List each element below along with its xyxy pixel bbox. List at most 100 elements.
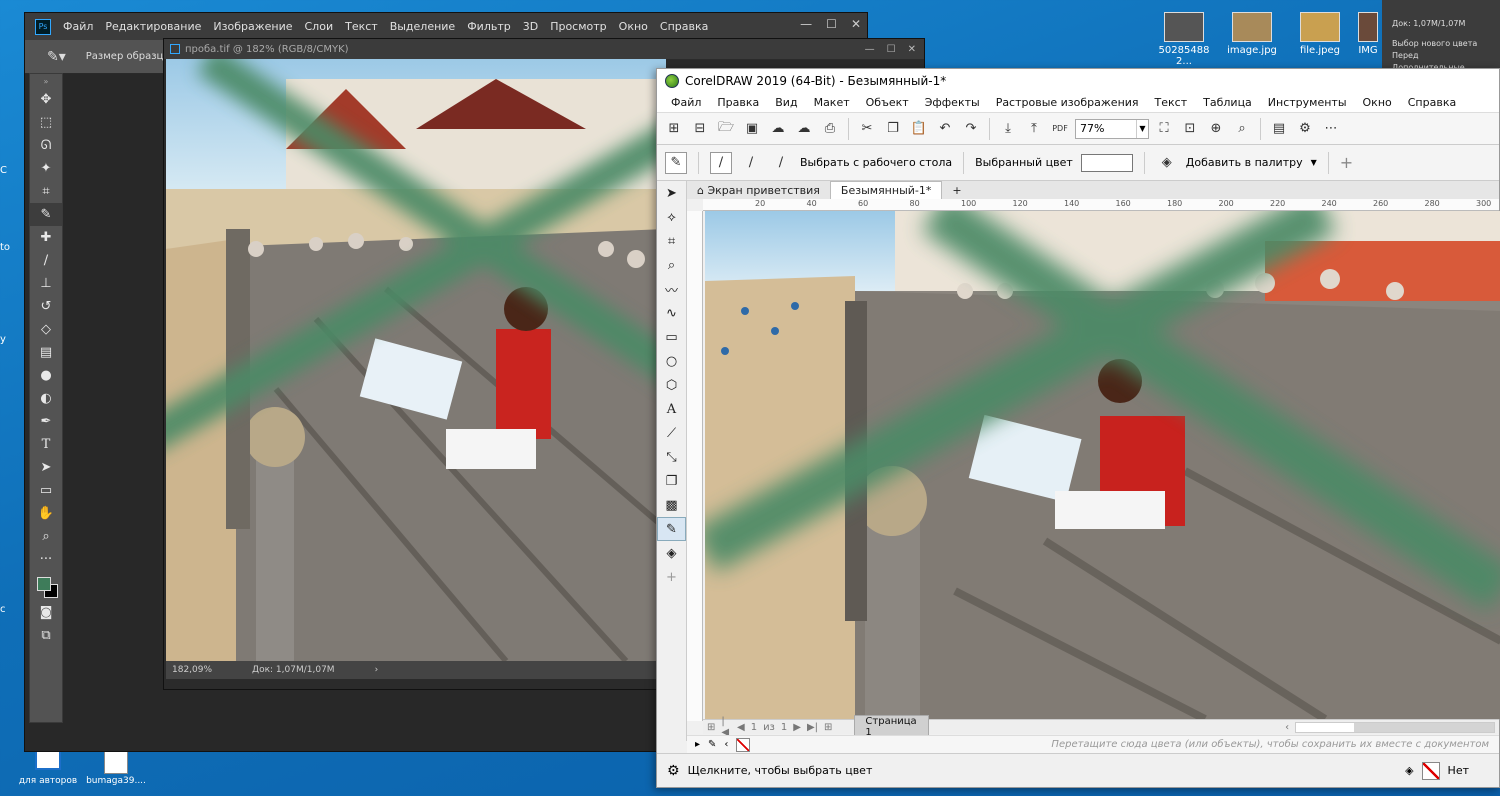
cut-icon[interactable]: ✂ bbox=[856, 118, 878, 140]
text-tool-icon[interactable]: A bbox=[657, 397, 686, 421]
minimize-icon[interactable]: — bbox=[865, 44, 875, 55]
stamp-tool-icon[interactable]: ⊥ bbox=[30, 272, 62, 295]
dodge-tool-icon[interactable]: ◐ bbox=[30, 387, 62, 410]
interactive-fill-icon[interactable]: ◈ bbox=[657, 541, 686, 565]
cloud-upload-icon[interactable]: ☁ bbox=[793, 118, 815, 140]
color-swatches[interactable] bbox=[30, 571, 62, 601]
guidelines-icon[interactable]: ⋯ bbox=[1320, 118, 1342, 140]
full-screen-icon[interactable]: ⛶ bbox=[1153, 118, 1175, 140]
sample-2x2-icon[interactable]: ∕ bbox=[740, 152, 762, 174]
desktop-icon-file[interactable]: file.jpeg bbox=[1288, 12, 1352, 56]
brush-tool-icon[interactable]: ∕ bbox=[30, 249, 62, 272]
desktop-icon-mail[interactable]: для авторов bbox=[18, 748, 78, 786]
add-page-icon[interactable]: ⊞ bbox=[707, 722, 715, 733]
cdr-menu-effects[interactable]: Эффекты bbox=[917, 96, 988, 109]
move-tool-icon[interactable]: ✥ bbox=[30, 88, 62, 111]
minimize-icon[interactable]: — bbox=[800, 17, 812, 31]
open-folder-icon[interactable]: 🗁 bbox=[715, 118, 737, 140]
close-icon[interactable]: ✕ bbox=[908, 44, 916, 55]
tab-welcome-screen[interactable]: ⌂ Экран приветствия bbox=[687, 182, 830, 199]
hand-tool-icon[interactable]: ✋ bbox=[30, 502, 62, 525]
eyedropper-icon[interactable]: ✎▾ bbox=[47, 49, 66, 65]
desktop-icon-file[interactable]: image.jpg bbox=[1220, 12, 1284, 56]
path-select-icon[interactable]: ➤ bbox=[30, 456, 62, 479]
undo-icon[interactable]: ↶ bbox=[934, 118, 956, 140]
connector-tool-icon[interactable]: ⤡ bbox=[657, 445, 686, 469]
palette-menu-icon[interactable]: ▸ bbox=[695, 739, 700, 750]
ps-menu-file[interactable]: Файл bbox=[57, 20, 99, 33]
shape-tool-icon[interactable]: ⟡ bbox=[657, 205, 686, 229]
add-to-palette-button[interactable]: Добавить в палитру bbox=[1186, 156, 1303, 169]
rectangle-tool-icon[interactable]: ▭ bbox=[657, 325, 686, 349]
cloud-download-icon[interactable]: ☁ bbox=[767, 118, 789, 140]
shape-tool-icon[interactable]: ▭ bbox=[30, 479, 62, 502]
no-color-swatch[interactable] bbox=[736, 737, 751, 752]
maximize-icon[interactable]: ☐ bbox=[887, 44, 896, 55]
cdr-menu-file[interactable]: Файл bbox=[663, 96, 709, 109]
artistic-media-icon[interactable]: ∿ bbox=[657, 301, 686, 325]
scroll-left-icon[interactable]: ‹ bbox=[1285, 722, 1289, 733]
horizontal-scrollbar[interactable] bbox=[1295, 721, 1495, 733]
history-brush-icon[interactable]: ↺ bbox=[30, 295, 62, 318]
zoom-tool-icon[interactable]: ⌕ bbox=[657, 253, 686, 277]
paste-icon[interactable]: 📋 bbox=[908, 118, 930, 140]
add-page-after-icon[interactable]: ⊞ bbox=[824, 722, 832, 733]
ps-menu-image[interactable]: Изображение bbox=[207, 20, 298, 33]
horizontal-ruler[interactable]: 20 40 60 80 100 120 140 160 180 200 220 240 260 280 30… bbox=[703, 199, 1499, 211]
desktop-icon-file[interactable]: 50285488 2... bbox=[1152, 12, 1216, 67]
ps-menu-type[interactable]: Текст bbox=[339, 20, 384, 33]
gear-icon[interactable]: ⚙ bbox=[667, 763, 680, 779]
chevron-down-icon[interactable]: ▼ bbox=[1136, 119, 1148, 138]
palette-eyedropper-icon[interactable]: ✎ bbox=[708, 739, 716, 750]
selected-color-swatch[interactable] bbox=[1080, 153, 1133, 172]
cdr-menu-text[interactable]: Текст bbox=[1147, 96, 1196, 109]
eyedropper-tool-icon[interactable]: ✎ bbox=[30, 203, 62, 226]
collapse-icon[interactable]: » bbox=[30, 74, 62, 88]
cdr-menu-table[interactable]: Таблица bbox=[1195, 96, 1260, 109]
ps-menu-view[interactable]: Просмотр bbox=[544, 20, 612, 33]
sample-point-icon[interactable]: ∕ bbox=[710, 151, 732, 174]
desktop-icon-spreadsheet[interactable]: bumaga39.... bbox=[84, 748, 148, 786]
close-icon[interactable]: ✕ bbox=[851, 17, 861, 31]
redo-icon[interactable]: ↷ bbox=[960, 118, 982, 140]
show-rulers-icon[interactable]: ⊡ bbox=[1179, 118, 1201, 140]
ellipse-tool-icon[interactable]: ○ bbox=[657, 349, 686, 373]
cdr-menu-window[interactable]: Окно bbox=[1355, 96, 1400, 109]
pick-from-desktop-button[interactable]: Выбрать с рабочего стола bbox=[800, 156, 952, 169]
new-from-template-icon[interactable]: ⊟ bbox=[689, 118, 711, 140]
eraser-tool-icon[interactable]: ◇ bbox=[30, 318, 62, 341]
ps-canvas-photo[interactable] bbox=[166, 59, 666, 661]
maximize-icon[interactable]: ☐ bbox=[826, 17, 837, 31]
zoom-level-select[interactable]: 77% ▼ bbox=[1075, 118, 1149, 139]
status-arrow-icon[interactable]: › bbox=[375, 665, 379, 675]
magic-wand-icon[interactable]: ✦ bbox=[30, 157, 62, 180]
welcome-screen-icon[interactable]: ▤ bbox=[1268, 118, 1290, 140]
tab-untitled-1[interactable]: Безымянный-1* bbox=[829, 181, 943, 199]
drop-shadow-icon[interactable]: ❐ bbox=[657, 469, 686, 493]
prev-page-icon[interactable]: ◀ bbox=[737, 722, 745, 733]
ps-menu-help[interactable]: Справка bbox=[654, 20, 714, 33]
next-page-icon[interactable]: ▶ bbox=[793, 722, 801, 733]
type-tool-icon[interactable]: T bbox=[30, 433, 62, 456]
ps-menu-layers[interactable]: Слои bbox=[299, 20, 340, 33]
color-eyedropper-icon[interactable]: ✎ bbox=[657, 517, 686, 541]
ps-menu-filter[interactable]: Фильтр bbox=[461, 20, 517, 33]
foreground-color-swatch[interactable] bbox=[37, 577, 51, 591]
add-icon[interactable]: + bbox=[1340, 153, 1353, 172]
ps-menu-select[interactable]: Выделение bbox=[384, 20, 462, 33]
parallel-dimension-icon[interactable]: ⟋ bbox=[657, 421, 686, 445]
cdr-canvas-photo[interactable] bbox=[705, 211, 1500, 719]
ps-menu-window[interactable]: Окно bbox=[613, 20, 654, 33]
cdr-menu-view[interactable]: Вид bbox=[767, 96, 805, 109]
cdr-menu-edit[interactable]: Правка bbox=[709, 96, 767, 109]
no-fill-swatch[interactable] bbox=[1421, 761, 1440, 780]
pick-tool-icon[interactable]: ➤ bbox=[657, 181, 686, 205]
copy-icon[interactable]: ❐ bbox=[882, 118, 904, 140]
ps-menu-3d[interactable]: 3D bbox=[517, 20, 544, 33]
save-icon[interactable]: ▣ bbox=[741, 118, 763, 140]
crop-tool-icon[interactable]: ⌗ bbox=[657, 229, 686, 253]
cdr-menu-object[interactable]: Объект bbox=[858, 96, 917, 109]
print-icon[interactable]: ⎙ bbox=[819, 118, 841, 140]
freehand-tool-icon[interactable]: 〰 bbox=[657, 277, 686, 301]
lasso-tool-icon[interactable]: ᘏ bbox=[30, 134, 62, 157]
